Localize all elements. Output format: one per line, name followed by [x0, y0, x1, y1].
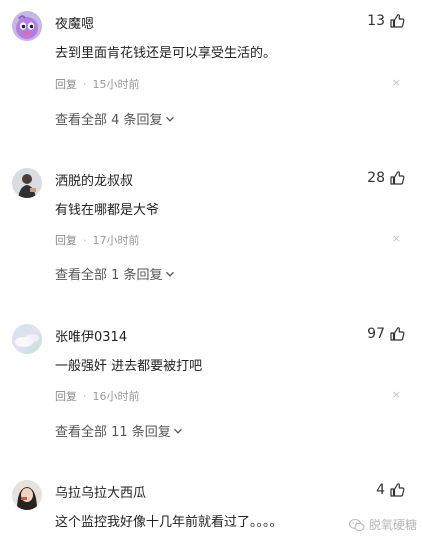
separator-dot: ·	[83, 233, 87, 247]
like-count: 13	[367, 13, 385, 29]
reply-button[interactable]: 回复	[55, 388, 77, 404]
like-button[interactable]: 28	[367, 170, 405, 186]
comment-meta: 回复 · 17小时前	[55, 232, 140, 248]
separator-dot: ·	[83, 389, 87, 403]
pastel-cloud-avatar-icon[interactable]	[12, 324, 42, 354]
thumbs-up-icon[interactable]	[389, 170, 405, 186]
comment-time: 16小时前	[92, 390, 140, 403]
like-button[interactable]: 4	[376, 482, 405, 498]
chevron-down-icon	[173, 426, 183, 436]
comment-username[interactable]: 洒脱的龙叔叔	[55, 170, 133, 189]
chevron-down-icon	[165, 114, 175, 124]
comment-text: 有钱在哪都是大爷	[55, 203, 160, 218]
comment-username[interactable]: 乌拉乌拉大西瓜	[55, 482, 146, 501]
person-photo-avatar-icon[interactable]	[12, 168, 42, 198]
comment-time: 15小时前	[92, 78, 140, 91]
comment-text: 这个监控我好像十几年前就看过了。。。。	[55, 515, 283, 530]
comment-meta: 回复 · 15小时前	[55, 76, 140, 92]
wechat-icon	[348, 518, 365, 532]
woman-photo-avatar-icon[interactable]	[12, 480, 42, 510]
view-all-replies-label: 查看全部 1 条回复	[55, 268, 163, 283]
comment-username[interactable]: 夜魔嗯	[55, 13, 94, 32]
view-all-replies-button[interactable]: 查看全部 4 条回复	[55, 109, 175, 128]
watermark-text: 脱氧硬糖	[368, 518, 417, 532]
like-count: 28	[367, 170, 385, 186]
chevron-down-icon	[165, 269, 175, 279]
thumbs-up-icon[interactable]	[389, 482, 405, 498]
like-button[interactable]: 97	[367, 326, 405, 342]
comment-text: 去到里面肯花钱还是可以享受生活的。	[55, 46, 277, 61]
view-all-replies-label: 查看全部 11 条回复	[55, 425, 171, 440]
comment-meta: 回复 · 16小时前	[55, 388, 140, 404]
thumbs-up-icon[interactable]	[389, 13, 405, 29]
close-icon[interactable]: ×	[392, 388, 401, 401]
separator-dot: ·	[83, 77, 87, 91]
view-all-replies-label: 查看全部 4 条回复	[55, 113, 163, 128]
close-icon[interactable]: ×	[392, 76, 401, 89]
view-all-replies-button[interactable]: 查看全部 1 条回复	[55, 264, 175, 283]
reply-button[interactable]: 回复	[55, 232, 77, 248]
comment-username[interactable]: 张唯伊0314	[55, 326, 127, 345]
purple-cartoon-avatar-icon[interactable]	[12, 11, 42, 41]
like-count: 97	[367, 326, 385, 342]
reply-button[interactable]: 回复	[55, 76, 77, 92]
watermark: 脱氧硬糖	[348, 516, 417, 533]
comment-time: 17小时前	[92, 234, 140, 247]
like-count: 4	[376, 482, 385, 498]
like-button[interactable]: 13	[367, 13, 405, 29]
view-all-replies-button[interactable]: 查看全部 11 条回复	[55, 421, 183, 440]
comment-text: 一般强奸 进去都要被打吧	[55, 359, 203, 374]
close-icon[interactable]: ×	[392, 232, 401, 245]
thumbs-up-icon[interactable]	[389, 326, 405, 342]
